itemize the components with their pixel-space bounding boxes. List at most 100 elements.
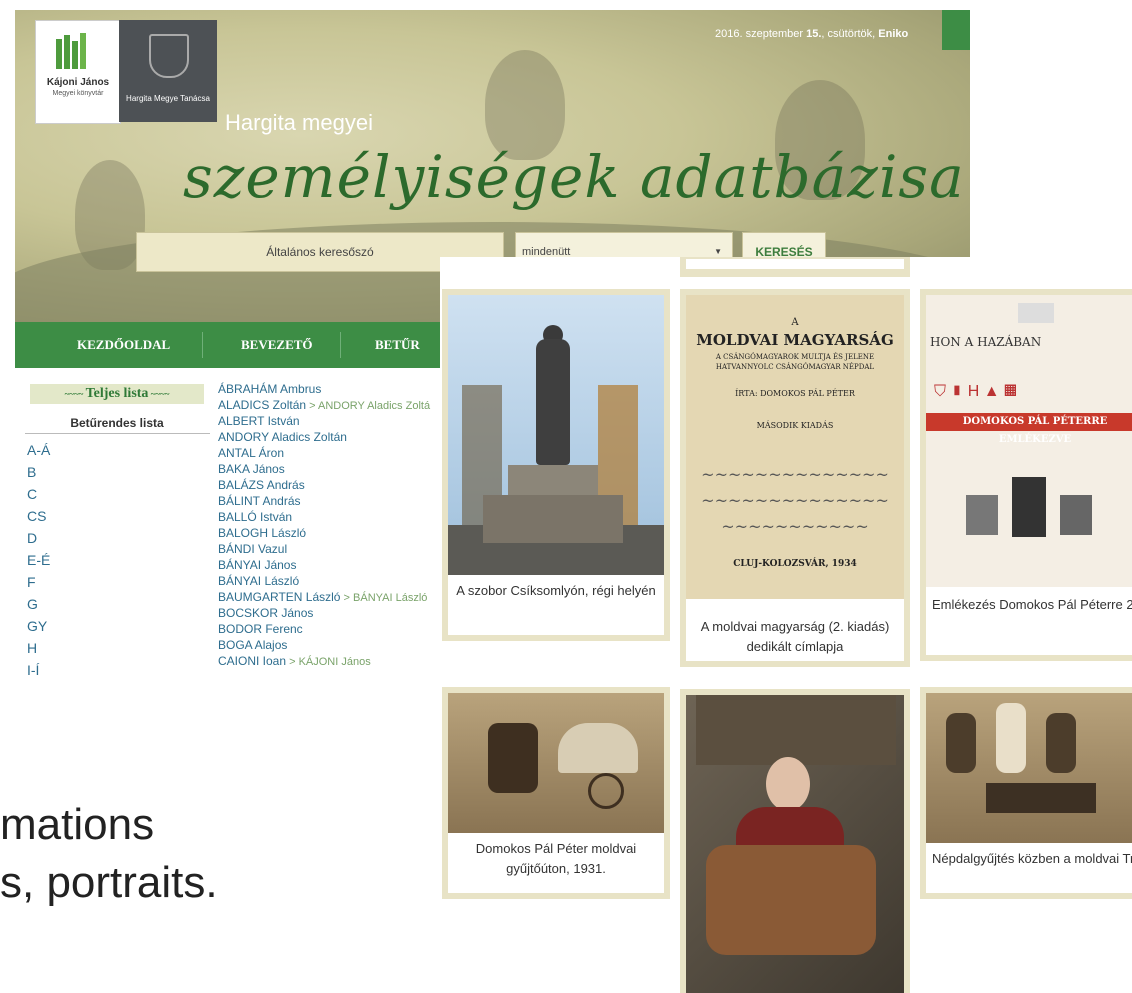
slide-text-line2: s, portraits. xyxy=(0,858,218,907)
gallery-caption: A szobor Csíksomlyón, régi helyén xyxy=(456,583,656,598)
date-user-line: 2016. szeptember 15., csütörtök, Eniko xyxy=(715,28,908,40)
image-gallery: A szobor Csíksomlyón, régi helyén A MOLD… xyxy=(440,257,1132,993)
alpha-link[interactable]: G xyxy=(27,596,38,612)
hero-subtitle: Hargita megyei xyxy=(225,110,373,135)
person-name: ANDORY Aladics Zoltán xyxy=(218,430,347,444)
person-name: BOGA Alajos xyxy=(218,638,288,652)
gallery-caption-text: Népdalgyűjtés közben a moldvai Trunkon, … xyxy=(932,851,1132,866)
date-weekday: , csütörtök, xyxy=(821,28,879,40)
person-link[interactable]: ANTAL Áron xyxy=(218,446,284,460)
person-name: CAIONI Ioan xyxy=(218,654,287,668)
person-name: BOCSKOR János xyxy=(218,606,314,620)
gallery-caption: Népdalgyűjtés közben a moldvai Trunkon, … xyxy=(932,849,1132,869)
gallery-caption: Emlékezés Domokos Pál Péterre 2017 xyxy=(932,595,1132,615)
person-link[interactable]: BALÁZS András xyxy=(218,478,305,492)
person-name: BÁNYAI János xyxy=(218,558,297,572)
person-link[interactable]: ALADICS Zoltán > ANDORY Aladics Zoltá xyxy=(218,398,430,412)
gallery-tile[interactable]: Domokos Pál Péter moldvai gyűjtőúton, 19… xyxy=(442,687,670,899)
person-link[interactable]: BAUMGARTEN László > BÁNYAI László xyxy=(218,590,427,604)
book-line: A CSÁNGÓMAGYAROK MULTJA ÉS JELENE xyxy=(715,353,875,361)
gallery-tile[interactable]: HON A HAZÁBAN ⛉ ▮ H ▲ ▦ DOMOKOS PÁL PÉTE… xyxy=(920,289,1132,661)
alpha-link[interactable]: H xyxy=(27,640,37,656)
alpha-link[interactable]: GY xyxy=(27,618,47,634)
slide-text-line1: mations xyxy=(0,800,155,849)
nav-alphabetical[interactable]: BETŰR xyxy=(375,322,420,368)
user-name[interactable]: Eniko xyxy=(878,28,908,40)
book-title: MOLDVAI MAGYARSÁG xyxy=(696,331,894,349)
book-edition: MÁSODIK KIADÁS xyxy=(756,421,834,430)
gallery-tile[interactable]: A MOLDVAI MAGYARSÁG A CSÁNGÓMAGYAROK MUL… xyxy=(680,289,910,667)
person-name: ALBERT István xyxy=(218,414,300,428)
council-logo-label: Hargita Megye Tanácsa xyxy=(126,94,210,103)
alpha-link[interactable]: F xyxy=(27,574,36,590)
crest-icon xyxy=(149,34,189,78)
library-logo[interactable]: Kájoni János Megyei könyvtár xyxy=(35,20,121,124)
full-list-label: Teljes lista xyxy=(85,386,149,401)
person-link[interactable]: ALBERT István xyxy=(218,414,300,428)
logo-title: Kájoni János xyxy=(46,77,110,88)
person-link[interactable]: ANDORY Aladics Zoltán xyxy=(218,430,347,444)
statue-photo xyxy=(448,295,664,575)
alpha-link[interactable]: A-Á xyxy=(27,442,50,458)
council-logo[interactable]: Hargita Megye Tanácsa xyxy=(119,20,217,122)
ornament-icon: ~~~~ xyxy=(148,389,170,399)
poster-logo xyxy=(1018,303,1054,323)
gallery-caption: Domokos Pál Péter moldvai gyűjtőúton, 19… xyxy=(475,841,637,876)
books-icon xyxy=(56,33,100,71)
gallery-tile[interactable]: A szobor Csíksomlyón, régi helyén xyxy=(442,289,670,641)
alpha-link[interactable]: B xyxy=(27,464,36,480)
gallery-caption: A moldvai magyarság (2. kiadás) dedikált… xyxy=(700,619,890,654)
gallery-tile[interactable]: Népdalgyűjtés közben a moldvai Trunkon, … xyxy=(920,687,1132,899)
alpha-link[interactable]: E-É xyxy=(27,552,50,568)
alpha-link[interactable]: I-Í xyxy=(27,662,39,678)
alpha-link[interactable]: C xyxy=(27,486,37,502)
poster-banner: DOMOKOS PÁL PÉTERRE EMLÉKEZVE xyxy=(926,413,1132,445)
poster-heading: HON A HAZÁBAN xyxy=(930,335,1042,349)
person-link[interactable]: BODOR Ferenc xyxy=(218,622,303,636)
book-line: HATVANNYOLC CSÁNGÓMAGYAR NÉPDAL xyxy=(715,363,875,371)
person-name: BODOR Ferenc xyxy=(218,622,303,636)
person-link[interactable]: ÁBRAHÁM Ambrus xyxy=(218,382,321,396)
person-link[interactable]: BALOGH László xyxy=(218,526,306,540)
gallery-tile[interactable] xyxy=(680,689,910,993)
person-name: BAUMGARTEN László xyxy=(218,590,341,604)
poster-icons: ⛉ ▮ H ▲ ▦ xyxy=(934,383,1017,400)
date-prefix: 2016. szeptember xyxy=(715,28,807,40)
nav-intro[interactable]: BEVEZETŐ xyxy=(241,322,313,368)
person-link[interactable]: BALLÓ István xyxy=(218,510,292,524)
ornament-icon: ~~~~ xyxy=(64,389,86,399)
person-link[interactable]: BAKA János xyxy=(218,462,285,476)
folk-song-photo xyxy=(926,693,1132,843)
date-day: 15. xyxy=(806,28,822,40)
handwritten-dedication: ~~~~~~~~~~~~~~ xyxy=(701,465,889,484)
person-name: BÁNDI Vazul xyxy=(218,542,288,556)
gallery-caption-text: Emlékezés Domokos Pál Péterre 2017 xyxy=(932,597,1132,612)
person-redirect: > BÁNYAI László xyxy=(340,592,428,604)
person-name: BALOGH László xyxy=(218,526,307,540)
person-name: ANTAL Áron xyxy=(218,446,285,460)
book-author: ÍRTA: DOMOKOS PÁL PÉTER xyxy=(735,389,855,398)
gallery-tile-partial[interactable] xyxy=(680,257,910,277)
person-link[interactable]: BÁNDI Vazul xyxy=(218,542,287,556)
person-link[interactable]: BÁNYAI János xyxy=(218,558,296,572)
book-line: A xyxy=(791,317,799,328)
person-name: BAKA János xyxy=(218,462,285,476)
person-link[interactable]: BÁNYAI László xyxy=(218,574,299,588)
alpha-link[interactable]: CS xyxy=(27,508,46,524)
person-link[interactable]: BOGA Alajos xyxy=(218,638,287,652)
nav-home[interactable]: KEZDŐOLDAL xyxy=(77,322,170,368)
person-name: BÁLINT András xyxy=(218,494,301,508)
person-link[interactable]: BOCSKOR János xyxy=(218,606,313,620)
person-name: ALADICS Zoltán xyxy=(218,398,307,412)
person-name: BALÁZS András xyxy=(218,478,305,492)
full-list-header[interactable]: ~~~~ Teljes lista ~~~~ xyxy=(30,384,204,404)
event-poster: HON A HAZÁBAN ⛉ ▮ H ▲ ▦ DOMOKOS PÁL PÉTE… xyxy=(926,295,1132,587)
person-name: BALLÓ István xyxy=(218,510,293,524)
alpha-link[interactable]: D xyxy=(27,530,37,546)
person-link[interactable]: CAIONI Ioan > KÁJONI János xyxy=(218,654,371,668)
portrait-photo xyxy=(686,695,904,993)
person-redirect: > KÁJONI János xyxy=(286,656,371,668)
person-link[interactable]: BÁLINT András xyxy=(218,494,301,508)
person-name: ÁBRAHÁM Ambrus xyxy=(218,382,322,396)
logo-subtitle: Megyei könyvtár xyxy=(52,90,104,97)
